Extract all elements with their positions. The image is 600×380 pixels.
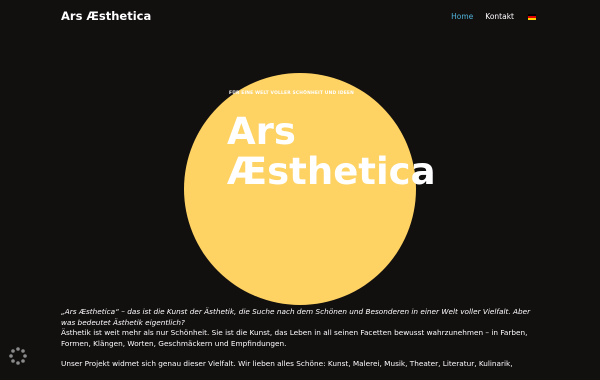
nav-kontakt-link[interactable]: Kontakt xyxy=(485,12,514,21)
main-content: „Ars Æsthetica“ – das ist die Kunst der … xyxy=(61,307,541,380)
main-nav: Home Kontakt xyxy=(451,12,536,21)
project-paragraph: Unser Projekt widmet sich genau dieser V… xyxy=(61,359,513,368)
site-header: Ars Æsthetica Home Kontakt xyxy=(0,0,600,32)
intro-question: „Ars Æsthetica“ – das ist die Kunst der … xyxy=(61,307,531,327)
hero-title-line2: Æsthetica xyxy=(227,150,436,193)
intro-body: Ästhetik ist weit mehr als nur Schönheit… xyxy=(61,328,528,348)
hero-title-line1: Ars xyxy=(227,110,296,153)
hero-tagline: FÜR EINE WELT VOLLER SCHÖNHEIT UND IDEEN xyxy=(229,91,354,96)
nav-home-link[interactable]: Home xyxy=(451,12,473,21)
german-flag-icon[interactable] xyxy=(528,13,536,20)
site-logo-link[interactable]: Ars Æsthetica xyxy=(61,9,151,23)
hero-title: Ars Æsthetica xyxy=(227,112,436,192)
intro-paragraph: „Ars Æsthetica“ – das ist die Kunst der … xyxy=(61,307,541,349)
loading-spinner-icon xyxy=(8,346,28,366)
